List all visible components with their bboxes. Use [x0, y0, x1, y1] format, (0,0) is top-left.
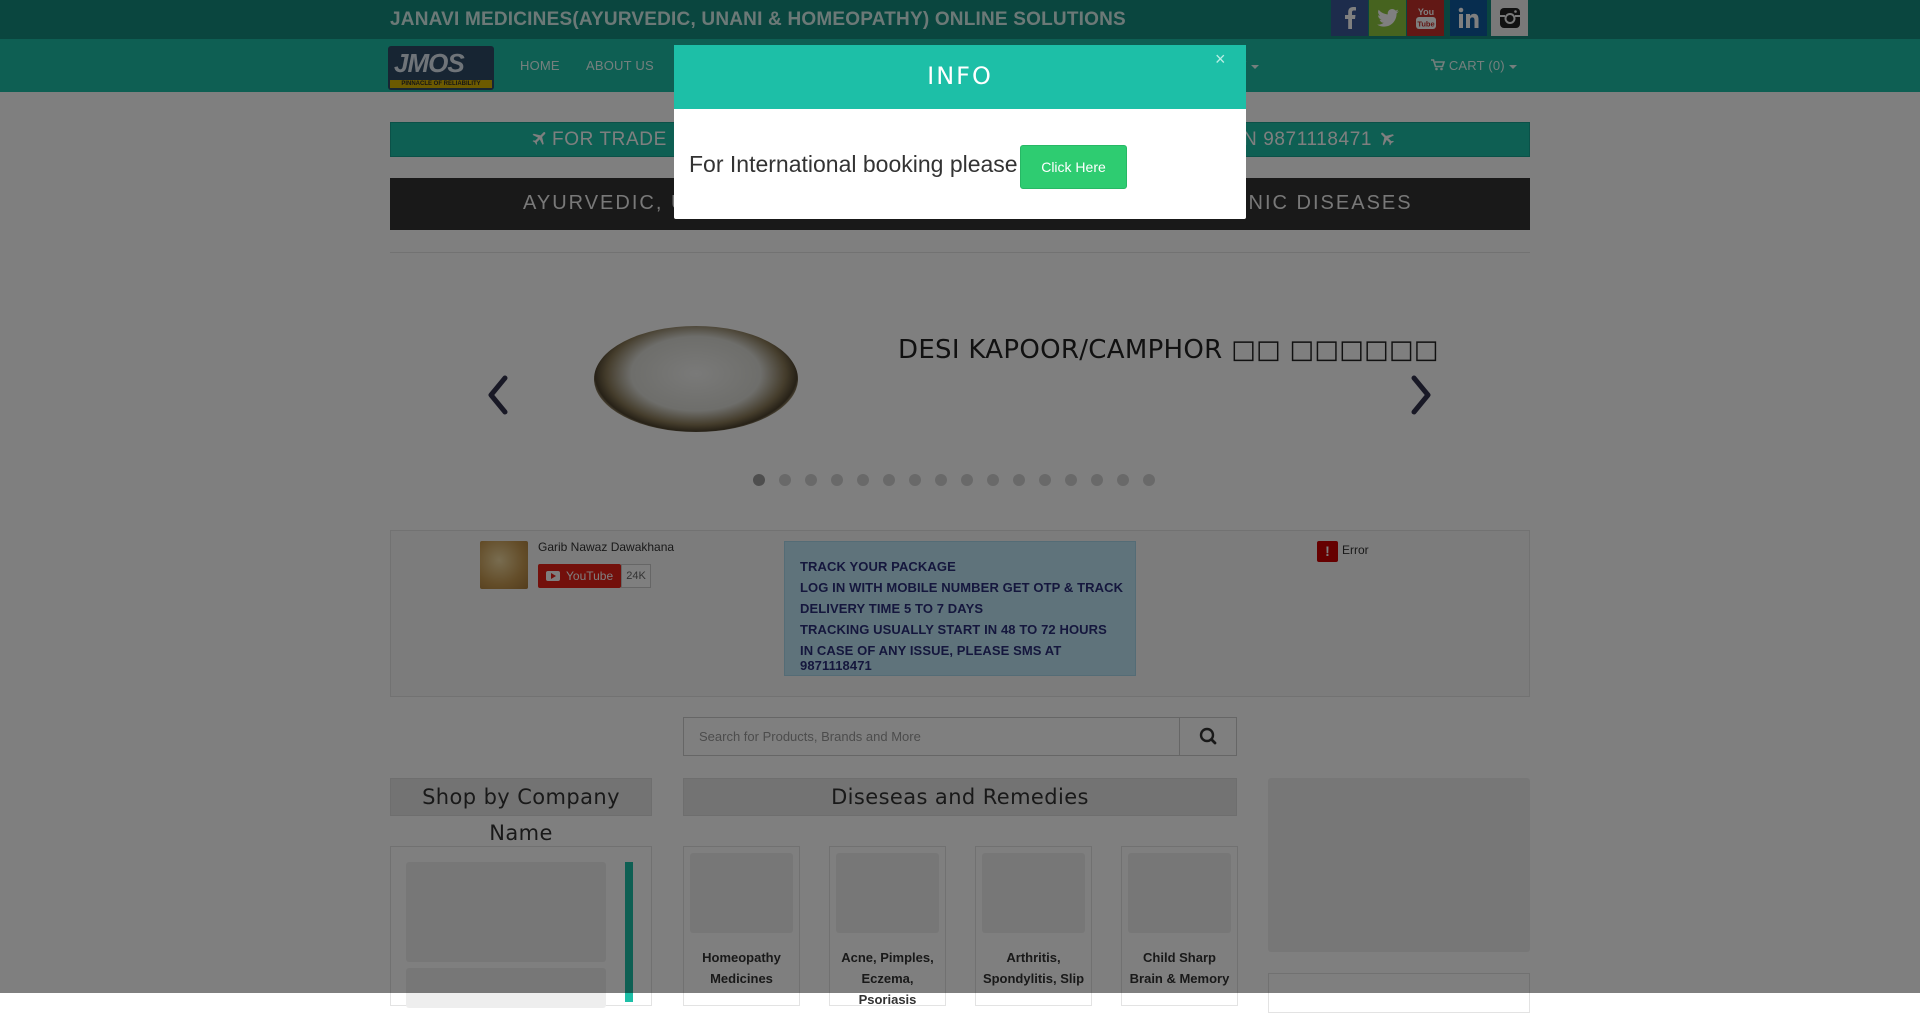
international-booking-button[interactable]: Click Here	[1020, 145, 1127, 189]
modal-title: INFO	[927, 62, 993, 90]
info-modal: INFO × For International booking please …	[674, 45, 1246, 219]
close-icon[interactable]: ×	[1215, 49, 1226, 70]
modal-message: For International booking please	[689, 151, 1018, 177]
modal-header: INFO ×	[674, 45, 1246, 109]
